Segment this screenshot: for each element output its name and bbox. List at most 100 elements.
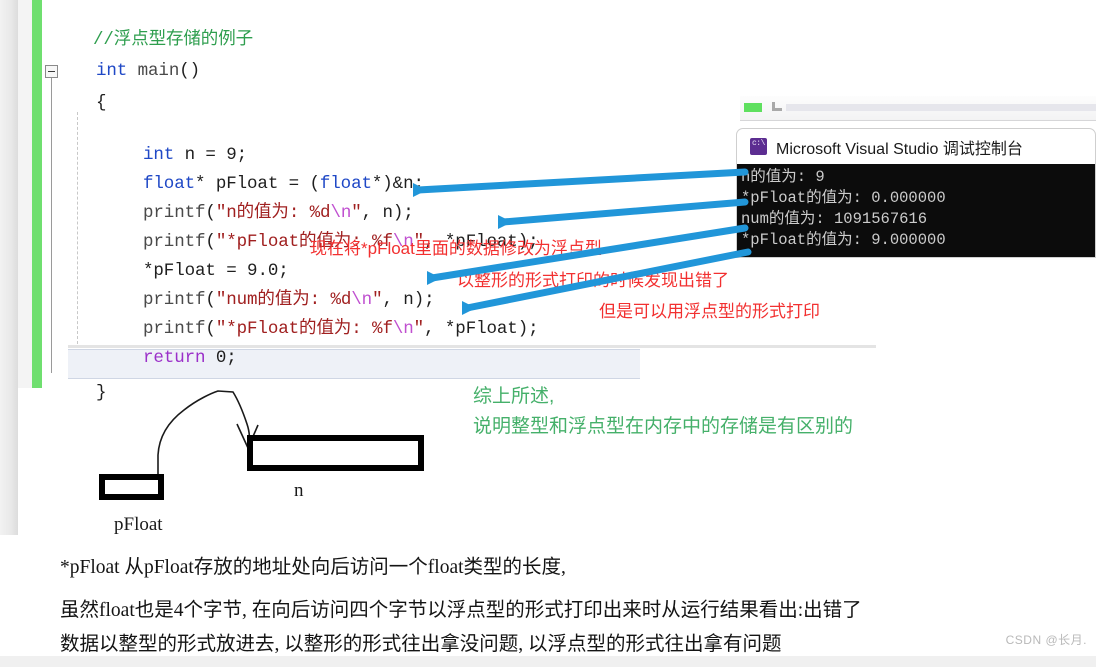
- console-title-bar[interactable]: Microsoft Visual Studio 调试控制台: [736, 128, 1096, 164]
- line-assign: *pFloat = 9.0;: [143, 261, 289, 281]
- page-bottom-bar: [0, 656, 1096, 667]
- editor-outer-margin: [18, 0, 32, 388]
- code-token: ,: [382, 290, 404, 310]
- debug-console-window[interactable]: Microsoft Visual Studio 调试控制台 n的值为: 9 *pF…: [736, 128, 1096, 258]
- line-main: int main(): [96, 61, 201, 81]
- code-token: *)&: [371, 174, 404, 194]
- memory-box-n: [247, 435, 424, 471]
- code-token: ;: [278, 261, 289, 281]
- code-token: pFloat: [215, 174, 279, 194]
- annot-float-ok: 但是可以用浮点型的形式打印: [599, 302, 820, 321]
- code-token: {: [96, 93, 107, 113]
- line-printf-4: printf("*pFloat的值为: %f\n", *pFloat);: [143, 319, 539, 339]
- toolbar-placeholder-bar: [786, 104, 1096, 111]
- code-token: =: [195, 145, 227, 165]
- console-output-line-4: *pFloat的值为: 9.000000: [741, 231, 946, 249]
- bracket-marker-icon: [772, 102, 782, 111]
- code-token: ,: [361, 203, 383, 223]
- code-token: ": [372, 290, 383, 310]
- page-left-margin: [0, 0, 18, 535]
- code-token: "n的值为: %d: [215, 203, 331, 223]
- code-token: 9: [226, 145, 237, 165]
- code-token: int: [96, 61, 128, 81]
- code-token: n: [403, 290, 414, 310]
- collapse-region-icon[interactable]: [45, 65, 58, 78]
- explanation-line-1: *pFloat 从pFloat存放的地址处向后访问一个float类型的长度,: [60, 557, 566, 578]
- code-token: float: [143, 174, 196, 194]
- code-token: \n: [351, 290, 373, 310]
- code-token: ;: [413, 174, 425, 194]
- code-token: main: [137, 61, 180, 81]
- code-token: );: [517, 319, 539, 339]
- console-output-line-3: num的值为: 1091567616: [741, 210, 928, 228]
- code-token: printf: [143, 232, 206, 252]
- line-float-pfloat: float* pFloat = (float*)&n;: [143, 174, 425, 194]
- csdn-watermark: CSDN @长月.: [1005, 633, 1087, 647]
- annot-summary-1: 综上所述,: [473, 386, 555, 407]
- code-token: (: [205, 319, 216, 339]
- code-token: \n: [330, 203, 352, 223]
- indent-guide-line: [77, 112, 78, 344]
- code-token: , *: [424, 319, 456, 339]
- run-indicator-icon: [744, 103, 762, 112]
- code-token: ": [413, 319, 425, 339]
- code-token: );: [392, 203, 414, 223]
- code-token: ;: [226, 348, 237, 368]
- code-token: *: [143, 261, 154, 281]
- code-token: \n: [392, 319, 414, 339]
- console-lines-container: n的值为: 9 *pFloat的值为: 0.000000 num的值为: 10915…: [741, 167, 1095, 251]
- code-token: (: [205, 232, 216, 252]
- code-token: n: [382, 203, 393, 223]
- code-token: ": [351, 203, 362, 223]
- console-title-text: Microsoft Visual Studio 调试控制台: [776, 140, 1023, 158]
- memory-label-pfloat: pFloat: [114, 514, 163, 535]
- code-token: pFloat: [153, 261, 216, 281]
- line-printf-1: printf("n的值为: %d\n", n);: [143, 203, 414, 223]
- code-token: (: [205, 203, 216, 223]
- code-token: (: [205, 290, 216, 310]
- line-int-n: int n = 9;: [143, 145, 248, 165]
- annot-modify-float: 现在将*pFloat里面的数据修改为浮点型: [310, 239, 602, 258]
- code-token: =: [215, 261, 248, 281]
- code-token: = (: [278, 174, 320, 194]
- editor-outline-gutter: [42, 0, 68, 388]
- code-token: 9.0: [247, 261, 279, 281]
- memory-box-pfloat: [99, 474, 164, 500]
- code-token: return: [143, 348, 206, 368]
- code-token: (): [179, 61, 201, 81]
- code-token: //浮点型存储的例子: [93, 30, 254, 50]
- outline-vertical-line: [51, 78, 52, 373]
- bottom-explanation-section: *pFloat 从pFloat存放的地址处向后访问一个float类型的长度, 虽…: [0, 535, 1096, 667]
- code-token: "*pFloat的值为: %f: [215, 319, 393, 339]
- editor-change-gutter: [32, 0, 42, 388]
- code-token: printf: [143, 319, 206, 339]
- code-token: );: [413, 290, 435, 310]
- code-token: n: [403, 174, 414, 194]
- line-comment: //浮点型存储的例子: [93, 30, 254, 50]
- console-app-icon: [750, 138, 767, 155]
- code-token: printf: [143, 203, 206, 223]
- code-token: pFloat: [455, 319, 518, 339]
- code-token: float: [319, 174, 372, 194]
- annot-int-error: 以整形的形式打印的时候发现出错了: [457, 271, 729, 290]
- code-token: ;: [236, 145, 248, 165]
- explanation-line-2: 虽然float也是4个字节, 在向后访问四个字节以浮点型的形式打印出来时从运行结…: [60, 600, 862, 621]
- memory-diagram: pFloat n: [32, 388, 1096, 535]
- console-output-area[interactable]: n的值为: 9 *pFloat的值为: 0.000000 num的值为: 10915…: [736, 164, 1096, 258]
- code-token: "num的值为: %d: [215, 290, 352, 310]
- code-token: int: [143, 145, 175, 165]
- console-output-line-1: n的值为: 9: [741, 168, 825, 186]
- memory-label-n: n: [294, 480, 304, 501]
- console-output-line-2: *pFloat的值为: 0.000000: [741, 189, 946, 207]
- code-token: printf: [143, 290, 206, 310]
- line-return: return 0;: [143, 348, 237, 368]
- code-token: *: [195, 174, 216, 194]
- annot-summary-2: 说明整型和浮点型在内存中的存储是有区别的: [473, 416, 854, 437]
- line-printf-3: printf("num的值为: %d\n", n);: [143, 290, 435, 310]
- code-token: 0: [215, 348, 227, 368]
- code-token: n: [184, 145, 196, 165]
- line-open-brace: {: [96, 93, 107, 113]
